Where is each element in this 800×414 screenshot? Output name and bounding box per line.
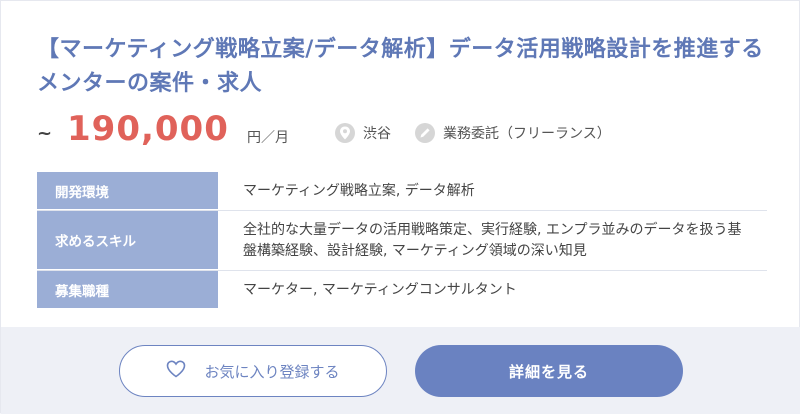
table-row: 開発環境 マーケティング戦略立案, データ解析 (37, 172, 767, 211)
pencil-icon (415, 123, 435, 143)
salary-amount: 190,000 (67, 109, 229, 149)
row-label: 開発環境 (37, 172, 218, 210)
employment-meta: 業務委託（フリーランス） (415, 123, 611, 143)
table-row: 募集職種 マーケター, マーケティングコンサルタント (37, 271, 767, 309)
row-label: 求めるスキル (37, 211, 218, 270)
job-title[interactable]: 【マーケティング戦略立案/データ解析】データ活用戦略設計を推進するメンターの案件… (37, 33, 767, 101)
salary-unit: 円／月 (247, 130, 289, 146)
view-details-label: 詳細を見る (508, 362, 589, 381)
table-row: 求めるスキル 全社的な大量データの活用戦略策定、実行経験, エンプラ並みのデータ… (37, 211, 767, 271)
location-meta: 渋谷 (335, 123, 391, 143)
favorite-button[interactable]: お気に入り登録する (119, 345, 387, 397)
location-label: 渋谷 (363, 126, 391, 142)
salary-prefix: ~ (37, 123, 53, 144)
row-value: 全社的な大量データの活用戦略策定、実行経験, エンプラ並みのデータを扱う基盤構築… (243, 221, 742, 259)
favorite-button-label: お気に入り登録する (204, 362, 340, 381)
job-detail-table: 開発環境 マーケティング戦略立案, データ解析 求めるスキル 全社的な大量データ… (37, 172, 767, 309)
row-value: マーケティング戦略立案, データ解析 (243, 182, 475, 199)
row-value: マーケター, マーケティングコンサルタント (243, 281, 517, 298)
salary-row: ~ 190,000 円／月 渋谷 業務委託（フリーランス） (37, 109, 777, 153)
view-details-button[interactable]: 詳細を見る (415, 345, 683, 397)
job-card: 【マーケティング戦略立案/データ解析】データ活用戦略設計を推進するメンターの案件… (0, 0, 800, 414)
employment-type-label: 業務委託（フリーランス） (443, 126, 611, 142)
map-pin-icon (335, 123, 355, 143)
row-label: 募集職種 (37, 271, 218, 309)
heart-icon (166, 360, 186, 382)
